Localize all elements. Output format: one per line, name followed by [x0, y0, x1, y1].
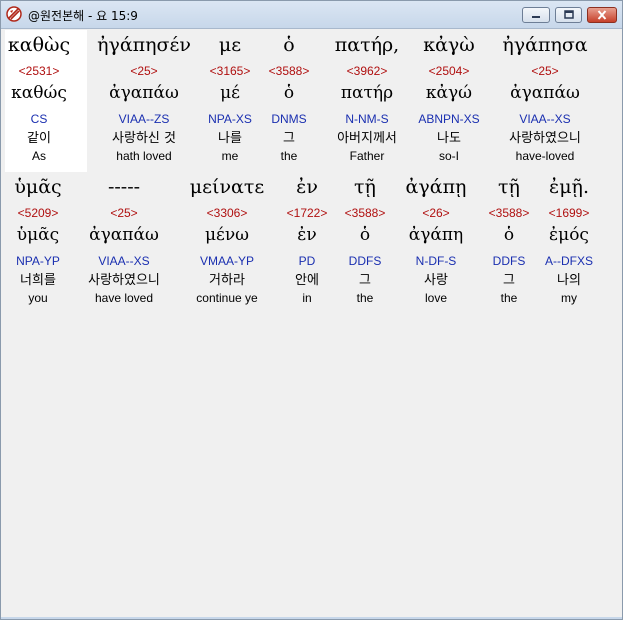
window-frame-bottom [1, 617, 622, 619]
maximize-icon [563, 10, 574, 19]
english-gloss: have-loved [515, 149, 575, 163]
app-icon [6, 6, 22, 22]
greek-word: ἠγάπησα [502, 34, 588, 56]
morphology-code: VIAA--XS [98, 254, 150, 268]
greek-word: ἐμῇ. [549, 176, 589, 198]
title-bar[interactable]: @원전본해 - 요 15:9 [1, 1, 622, 29]
lemma: ἀγαπάω [510, 83, 580, 103]
minimize-button[interactable] [522, 7, 550, 23]
maximize-button[interactable] [555, 7, 582, 23]
korean-gloss: 사랑하였으니 [509, 131, 581, 146]
app-window: @원전본해 - 요 15:9 καθὼς <2531> καθώς CS 같이 As ἠγά… [0, 0, 623, 620]
english-gloss: my [561, 291, 577, 305]
greek-word: ----- [107, 176, 141, 198]
strong-number: <25> [531, 64, 559, 78]
lemma: ἀγαπάω [89, 225, 159, 245]
close-button[interactable] [587, 7, 617, 23]
window-title: @원전본해 - 요 15:9 [28, 9, 138, 23]
lemma: ἐμός [549, 225, 589, 245]
close-icon [597, 10, 607, 20]
english-gloss: have loved [94, 291, 154, 305]
korean-gloss: 나의 [557, 273, 581, 288]
interlinear-view[interactable]: καθὼς <2531> καθώς CS 같이 As ἠγάπησέν <25> ἀγαπάω… [5, 30, 618, 617]
minimize-icon [532, 16, 540, 18]
strong-number: <1699> [548, 206, 590, 220]
morphology-code: A--DFXS [545, 254, 593, 268]
strong-number: <25> [110, 206, 138, 220]
morphology-code: VIAA--XS [519, 112, 571, 126]
korean-gloss: 사랑하였으니 [88, 273, 160, 288]
